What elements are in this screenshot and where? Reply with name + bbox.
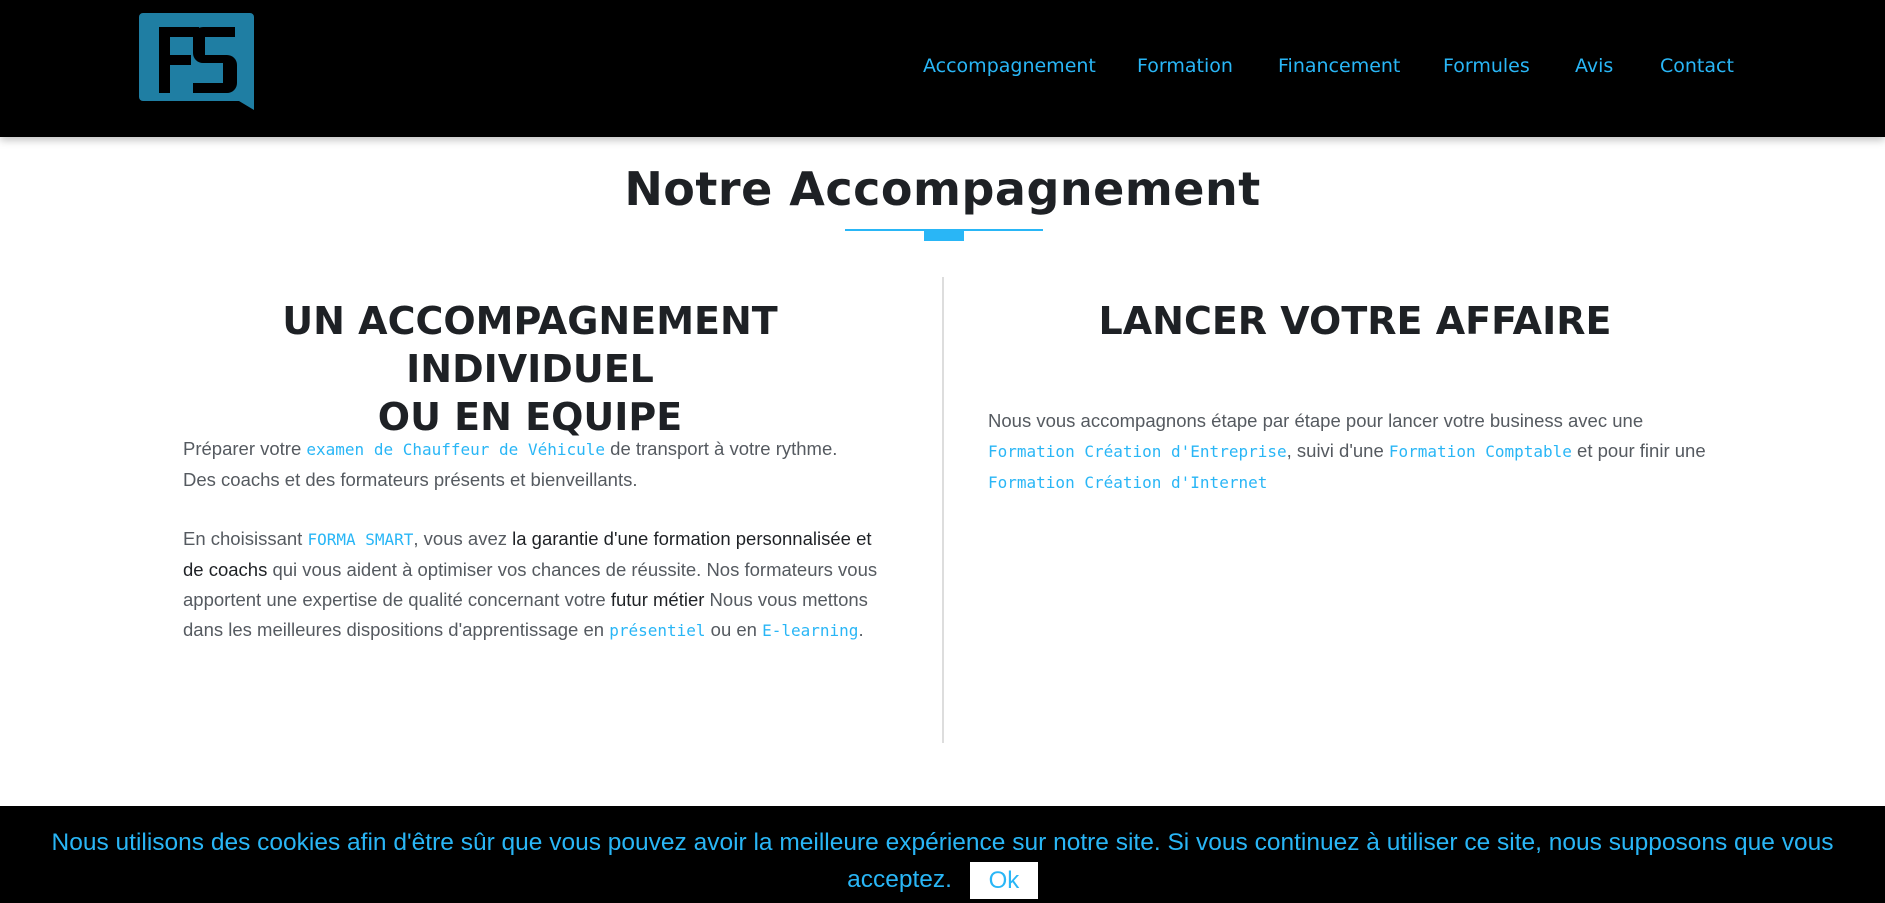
- cookie-ok-button[interactable]: Ok: [969, 862, 1038, 900]
- column-divider: [942, 277, 944, 743]
- nav-link-formules[interactable]: Formules: [1443, 52, 1530, 80]
- site-header: Accompagnement Formation Financement For…: [0, 0, 1885, 137]
- text-run: et pour finir une: [1571, 440, 1706, 461]
- elearning-highlight: E-learning: [762, 621, 859, 640]
- text-run: Nous vous accompagnons étape par étape p…: [988, 410, 1644, 431]
- brand-highlight: FORMA SMART: [307, 530, 414, 549]
- nav-link-formation[interactable]: Formation: [1137, 52, 1233, 80]
- text-run: En choisissant: [183, 528, 308, 549]
- cookie-message-wrap: Nous utilisons des cookies afin d'être s…: [20, 824, 1865, 900]
- left-paragraph-2: En choisissant FORMA SMART, vous avez la…: [183, 524, 883, 646]
- text-run: .: [858, 619, 864, 640]
- left-column-heading: UN ACCOMPAGNEMENT INDIVIDUEL OU EN EQUIP…: [160, 297, 900, 441]
- left-heading-line1: UN ACCOMPAGNEMENT INDIVIDUEL: [282, 299, 778, 391]
- formation-internet-highlight: Formation Création d'Internet: [988, 473, 1268, 492]
- text-run: , suivi d'une: [1286, 440, 1389, 461]
- presentiel-highlight: présentiel: [609, 621, 706, 640]
- left-paragraph-1: Préparer votre examen de Chauffeur de Vé…: [183, 434, 873, 495]
- nav-link-contact[interactable]: Contact: [1660, 52, 1734, 80]
- formation-comptable-highlight: Formation Comptable: [1388, 442, 1572, 461]
- nav-link-accompagnement[interactable]: Accompagnement: [923, 52, 1096, 80]
- text-run: ou en: [705, 619, 763, 640]
- right-paragraph: Nous vous accompagnons étape par étape p…: [988, 406, 1728, 498]
- formation-entreprise-highlight: Formation Création d'Entreprise: [988, 442, 1287, 461]
- section-title: Notre Accompagnement: [624, 162, 1261, 216]
- right-column-heading: LANCER VOTRE AFFAIRE: [1098, 299, 1612, 343]
- strong-text: futur métier: [610, 589, 705, 610]
- cookie-message: Nous utilisons des cookies afin d'être s…: [51, 829, 1834, 893]
- exam-highlight: examen de Chauffeur de Véhicule: [306, 440, 606, 459]
- main-nav: Accompagnement Formation Financement For…: [0, 52, 1885, 80]
- title-underline-accent: [924, 229, 964, 241]
- nav-link-avis[interactable]: Avis: [1575, 52, 1613, 80]
- cookie-banner: Nous utilisons des cookies afin d'être s…: [0, 806, 1885, 903]
- nav-link-financement[interactable]: Financement: [1278, 52, 1400, 80]
- left-heading-line2: OU EN EQUIPE: [377, 395, 683, 439]
- text-run: Préparer votre: [183, 438, 307, 459]
- text-run: , vous avez: [413, 528, 513, 549]
